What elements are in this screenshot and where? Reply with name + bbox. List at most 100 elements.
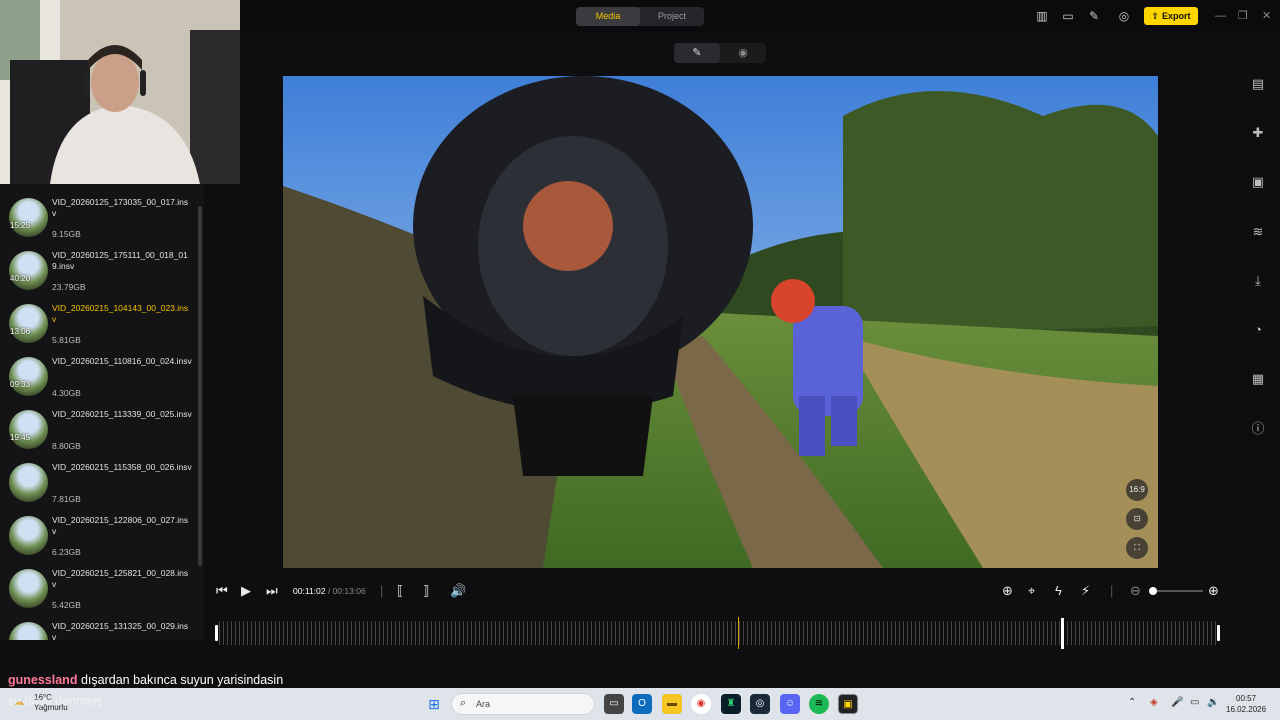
list-item[interactable]: VID_20260215_122806_00_027.insv 6.23GB — [0, 512, 200, 565]
minimize-icon[interactable]: — — [1215, 9, 1226, 23]
file-thumbnail — [9, 516, 48, 555]
chat-message: gunessland dışardan bakınca suyun yarisi… — [8, 673, 283, 687]
file-size: 23.79GB — [52, 282, 86, 292]
file-name: VID_20260215_113339_00_025.insv — [52, 409, 192, 419]
media-icon[interactable]: ▣ — [1250, 174, 1266, 190]
tab-project[interactable]: Project — [640, 7, 704, 26]
plugin-icon[interactable]: ✚ — [1250, 125, 1266, 141]
insta360-icon[interactable]: ▣ — [838, 694, 858, 714]
export-button[interactable]: ⇪ Export — [1144, 7, 1198, 25]
chat-username: gunessland — [8, 673, 78, 687]
task-view-icon[interactable]: ▭ — [604, 694, 624, 714]
start-icon[interactable]: ⊞ — [424, 694, 444, 714]
list-item[interactable]: 19:45 VID_20260215_113339_00_025.insv 8.… — [0, 406, 200, 459]
feedback-icon[interactable]: ▭ — [1061, 9, 1075, 23]
export-label: Export — [1162, 11, 1191, 21]
zoom-slider-track[interactable] — [1153, 590, 1203, 592]
outlook-icon[interactable]: O — [632, 694, 652, 714]
discord-icon[interactable]: ☺ — [780, 694, 800, 714]
info-icon[interactable]: ⓘ — [1250, 421, 1266, 437]
reframe-icon[interactable]: ⊡ — [1126, 508, 1148, 530]
tray-chevron-icon[interactable]: ⌃ — [1128, 697, 1136, 708]
list-item-selected[interactable]: 13:06 VID_20260215_104143_00_023.insv 5.… — [0, 300, 200, 353]
templates-icon[interactable]: ▤ — [1250, 76, 1266, 92]
trim-end-icon[interactable]: ⟧ — [423, 584, 429, 598]
volume-tray-icon[interactable]: 🔉 — [1207, 697, 1219, 708]
file-explorer-icon[interactable]: ▬ — [662, 694, 682, 714]
chat-text: dışardan bakınca suyun yarisindasin — [80, 673, 284, 687]
zoom-in-icon[interactable]: ⊕ — [1208, 584, 1219, 598]
aspect-ratio-button[interactable]: 16:9 — [1126, 479, 1148, 501]
motion-icon[interactable]: ⚡ — [1081, 584, 1090, 598]
file-size: 5.81GB — [52, 335, 81, 345]
add-keyframe-icon[interactable]: ⊕ — [1002, 584, 1013, 598]
file-thumbnail — [9, 251, 48, 290]
spotify-icon[interactable]: ≋ — [809, 694, 829, 714]
file-size: 8.80GB — [52, 441, 81, 451]
timeline-end-handle[interactable] — [1217, 625, 1220, 641]
list-item[interactable]: VID_20260215_131325_00_029.insv — [0, 618, 200, 640]
list-item[interactable]: 15:25 VID_20260125_173035_00_017.insv 9.… — [0, 194, 200, 247]
audio-icon[interactable]: ≋ — [1250, 224, 1266, 240]
microphone-icon[interactable]: 🎤 — [1171, 697, 1183, 708]
clock-time: 00:57 — [1236, 694, 1257, 703]
file-thumbnail — [9, 304, 48, 343]
flash-icon[interactable]: ϟ — [1055, 584, 1062, 598]
speed-icon[interactable]: ◔ — [1250, 322, 1266, 338]
download-icon[interactable]: ⤓ — [1250, 273, 1266, 289]
current-time: 00:11:02 — [293, 586, 326, 596]
list-item[interactable]: 40:20 VID_20260125_175111_00_018_019.ins… — [0, 247, 200, 300]
timeline-start-handle[interactable] — [215, 625, 218, 641]
deep-track-icon[interactable]: ⌖ — [1028, 584, 1035, 598]
list-item[interactable]: VID_20260215_125821_00_028.insv 5.42GB — [0, 565, 200, 618]
list-item[interactable]: VID_20260215_115358_00_026.insv 7.81GB — [0, 459, 200, 512]
media-project-switch: Media Project — [576, 7, 704, 26]
edit-icon[interactable]: ✎ — [1087, 9, 1101, 23]
clock[interactable]: 00:57 16.02.2026 — [1226, 693, 1266, 715]
steam-icon[interactable]: ◎ — [750, 694, 770, 714]
file-name: VID_20260125_173035_00_017.insv — [52, 197, 189, 218]
maximize-icon[interactable]: ❐ — [1238, 9, 1248, 23]
file-name: VID_20260215_115358_00_026.insv — [52, 462, 192, 472]
fullscreen-icon[interactable]: ⛶ — [1126, 537, 1148, 559]
playhead[interactable] — [738, 617, 739, 649]
layout-icon[interactable]: ▥ — [1035, 9, 1049, 23]
play-icon[interactable]: ▶ — [241, 584, 251, 598]
file-name: VID_20260215_110816_00_024.insv — [52, 356, 192, 366]
file-duration: 19:45 — [10, 433, 31, 442]
close-icon[interactable]: ✕ — [1262, 9, 1271, 23]
file-thumbnail — [9, 463, 48, 502]
chrome-icon[interactable]: ◉ — [691, 694, 711, 714]
network-icon[interactable]: ▭ — [1190, 697, 1199, 708]
app-icon[interactable]: ♜ — [721, 694, 741, 714]
file-duration: 15:25 — [10, 221, 31, 230]
upload-icon: ⇪ — [1151, 10, 1160, 21]
list-item[interactable]: 09:33 VID_20260215_110816_00_024.insv 4.… — [0, 353, 200, 406]
view-mode-icon[interactable]: ◉ — [720, 43, 766, 63]
trim-start-icon[interactable]: ⟦ — [397, 584, 403, 598]
file-name: VID_20260215_131325_00_029.insv — [52, 621, 189, 640]
file-thumbnail — [9, 622, 48, 640]
file-name: VID_20260215_104143_00_023.insv — [52, 303, 189, 324]
timeline[interactable] — [215, 617, 1221, 649]
video-preview[interactable]: 16:9 ⊡ ⛶ — [283, 76, 1158, 568]
file-size: 6.23GB — [52, 547, 81, 557]
antivirus-icon[interactable]: ◈ — [1150, 697, 1158, 708]
zoom-slider-handle[interactable] — [1149, 587, 1157, 595]
previous-clip-icon[interactable]: ⏮ — [216, 584, 228, 598]
search-icon: ⌕ — [460, 697, 467, 709]
file-name: VID_20260215_125821_00_028.insv — [52, 568, 189, 589]
account-icon[interactable]: ◎ — [1117, 9, 1131, 23]
scrollbar[interactable] — [198, 206, 202, 566]
video-frame — [283, 76, 1158, 568]
trim-handle[interactable] — [1061, 618, 1064, 649]
search-box[interactable]: ⌕ Ara — [451, 693, 595, 715]
file-thumbnail — [9, 569, 48, 608]
next-clip-icon[interactable]: ⏭ — [266, 584, 278, 598]
edit-mode-icon[interactable]: ✎ — [674, 43, 720, 63]
file-duration: 09:33 — [10, 380, 31, 389]
tab-media[interactable]: Media — [576, 7, 640, 26]
volume-icon[interactable]: 🔊 — [450, 584, 466, 598]
zoom-out-icon[interactable]: ⊖ — [1130, 584, 1141, 598]
clips-icon[interactable]: ▦ — [1250, 371, 1266, 387]
